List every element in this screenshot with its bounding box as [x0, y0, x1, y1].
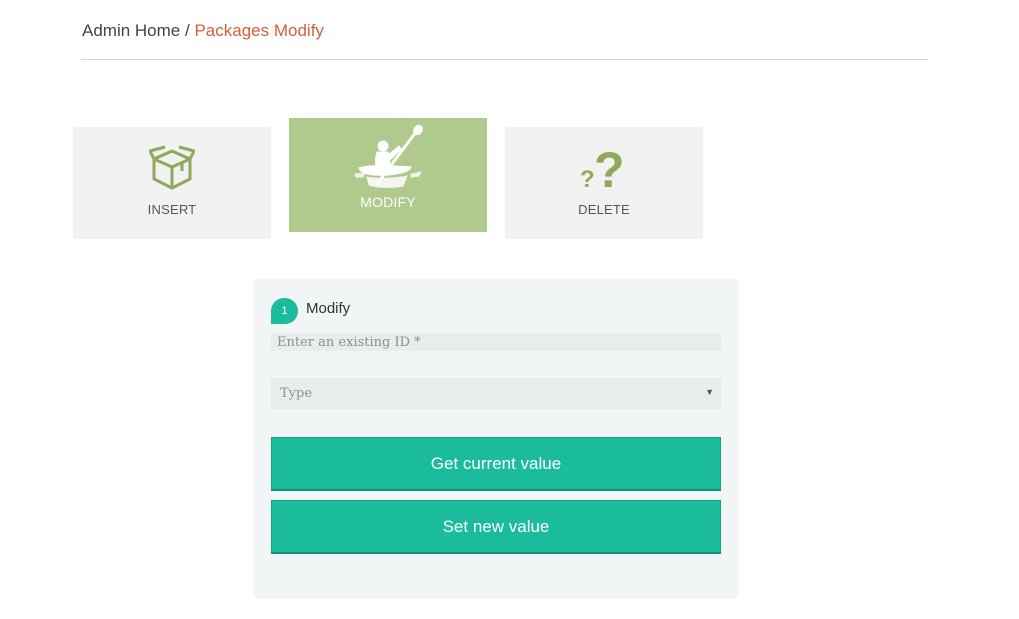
- type-select[interactable]: Type ▼: [271, 378, 721, 409]
- existing-id-input[interactable]: [271, 333, 721, 351]
- page: Admin Home / Packages Modify INSERT MODI…: [0, 0, 1019, 619]
- breadcrumb-home-link[interactable]: Admin Home: [82, 21, 180, 40]
- tile-modify-label: MODIFY: [360, 194, 416, 210]
- question-marks-icon: ? ?: [580, 143, 625, 193]
- tile-delete-label: DELETE: [578, 202, 630, 217]
- chevron-down-icon: ▼: [705, 387, 714, 397]
- svg-text:?: ?: [580, 166, 595, 193]
- step-number-badge: 1: [271, 298, 298, 324]
- get-current-value-button[interactable]: Get current value: [271, 437, 721, 491]
- step-title: Modify: [306, 300, 351, 317]
- kayaker-icon: [354, 124, 423, 188]
- breadcrumb-separator: /: [185, 21, 190, 40]
- type-select-value: Type: [280, 386, 313, 401]
- svg-text:?: ?: [594, 143, 625, 193]
- breadcrumb-current: Packages Modify: [194, 21, 324, 40]
- set-new-value-button[interactable]: Set new value: [271, 500, 721, 554]
- box-icon: [149, 145, 195, 190]
- header-divider: [81, 59, 928, 60]
- breadcrumb: Admin Home / Packages Modify: [82, 21, 324, 41]
- tile-insert-label: INSERT: [147, 202, 197, 217]
